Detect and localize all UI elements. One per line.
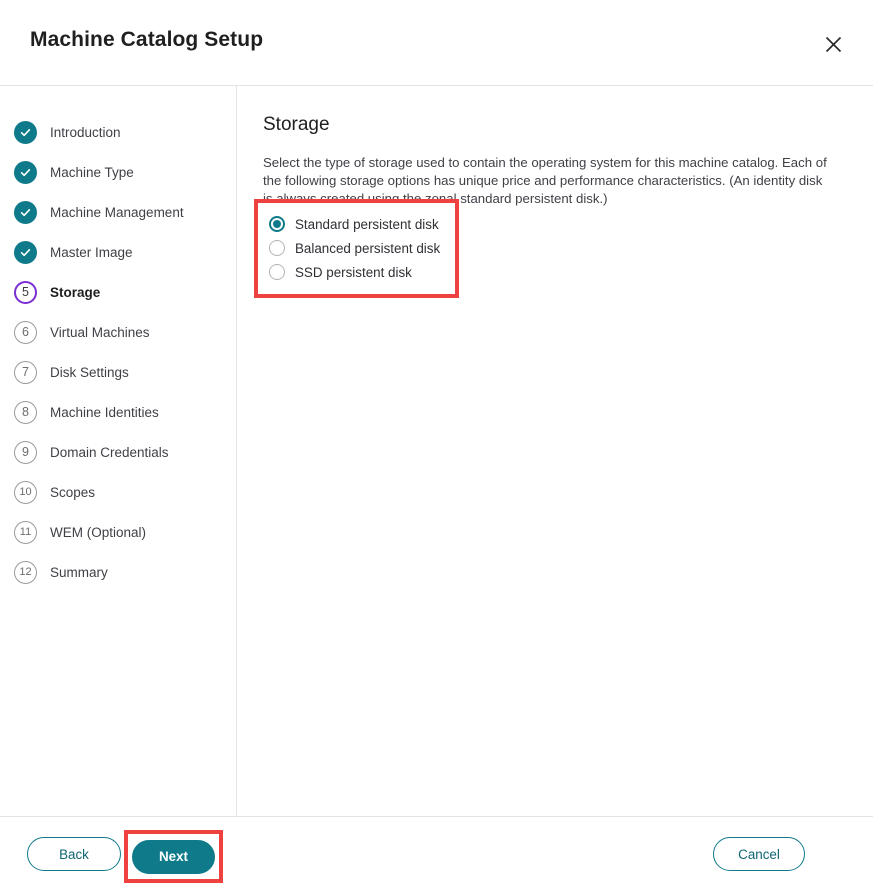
radio-option-label: Standard persistent disk [295,216,439,232]
sidebar-item-label: Introduction [50,124,121,140]
step-number: 10 [14,480,37,504]
sidebar-item-machine-type[interactable]: Machine Type [0,152,236,192]
sidebar-item-introduction[interactable]: Introduction [0,112,236,152]
radio-icon-unselected[interactable] [269,240,285,256]
sidebar-item-master-image[interactable]: Master Image [0,232,236,272]
sidebar-item-domain-credentials[interactable]: 9 Domain Credentials [0,432,236,472]
storage-options-highlight: Standard persistent disk Balanced persis… [254,199,459,298]
dialog-body: Introduction Machine Type Machine Manage… [0,86,873,817]
sidebar-item-label: Machine Management [50,204,184,220]
sidebar-item-scopes[interactable]: 10 Scopes [0,472,236,512]
step-number: 6 [14,320,37,344]
dialog-title: Machine Catalog Setup [30,28,264,51]
sidebar-item-label: Master Image [50,244,133,260]
sidebar-item-label: Scopes [50,484,96,500]
sidebar-item-label: Machine Identities [50,404,159,420]
sidebar-item-label: WEM (Optional) [50,524,147,540]
storage-panel: Storage Select the type of storage used … [237,86,873,816]
radio-option-label: Balanced persistent disk [295,240,441,256]
sidebar-item-label: Machine Type [50,164,134,180]
step-number: 7 [14,360,37,384]
step-number: 9 [14,440,37,464]
step-complete-icon [14,160,37,184]
dialog-header: Machine Catalog Setup [0,0,873,86]
wizard-step-sidebar: Introduction Machine Type Machine Manage… [0,86,237,816]
step-number: 11 [14,520,37,544]
close-icon[interactable] [817,28,849,60]
step-complete-icon [14,200,37,224]
back-button[interactable]: Back [27,837,121,871]
page-title: Storage [263,114,330,135]
sidebar-item-disk-settings[interactable]: 7 Disk Settings [0,352,236,392]
next-button[interactable]: Next [132,839,215,874]
radio-option-label: SSD persistent disk [295,264,412,280]
sidebar-item-machine-identities[interactable]: 8 Machine Identities [0,392,236,432]
radio-icon-selected[interactable] [269,216,285,232]
cancel-button[interactable]: Cancel [713,837,805,871]
step-number: 12 [14,560,37,584]
storage-options-group: Standard persistent disk Balanced persis… [258,203,455,284]
sidebar-item-label: Summary [50,564,108,580]
sidebar-item-storage[interactable]: 5 Storage [0,272,236,312]
step-number: 8 [14,400,37,424]
machine-catalog-setup-dialog: Machine Catalog Setup Introduction Machi… [0,0,873,891]
radio-option-standard-persistent-disk[interactable]: Standard persistent disk [269,212,455,236]
sidebar-item-label: Virtual Machines [50,324,150,340]
step-complete-icon [14,120,37,144]
sidebar-item-machine-management[interactable]: Machine Management [0,192,236,232]
sidebar-item-label: Disk Settings [50,364,129,380]
step-complete-icon [14,240,37,264]
sidebar-item-label: Storage [50,284,101,300]
radio-option-ssd-persistent-disk[interactable]: SSD persistent disk [269,260,455,284]
radio-icon-unselected[interactable] [269,264,285,280]
step-number: 5 [14,280,37,304]
sidebar-item-label: Domain Credentials [50,444,169,460]
sidebar-item-wem-optional[interactable]: 11 WEM (Optional) [0,512,236,552]
radio-option-balanced-persistent-disk[interactable]: Balanced persistent disk [269,236,455,260]
sidebar-item-virtual-machines[interactable]: 6 Virtual Machines [0,312,236,352]
sidebar-item-summary[interactable]: 12 Summary [0,552,236,592]
next-button-highlight: Next [124,830,223,883]
